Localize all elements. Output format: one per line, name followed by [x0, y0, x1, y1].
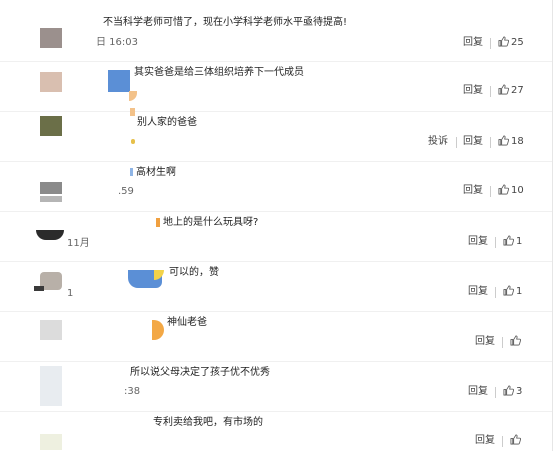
- divider: [495, 287, 496, 298]
- avatar[interactable]: [40, 28, 62, 48]
- thumbs-up-icon: [498, 84, 509, 95]
- like-count: 25: [511, 37, 524, 48]
- like-count: 3: [516, 386, 523, 397]
- comment-time: .59: [118, 186, 134, 197]
- avatar-badge: [129, 91, 137, 101]
- like-button[interactable]: 25: [498, 36, 524, 50]
- like-button[interactable]: 27: [498, 84, 524, 98]
- divider: [490, 38, 491, 49]
- like-count: 18: [511, 136, 524, 147]
- comment-row: 不当科学老师可惜了，现在小学科学老师水平亟待提高! 日 16:03 回复 25: [0, 12, 552, 62]
- thumbs-up-icon: [498, 135, 509, 146]
- like-button[interactable]: [510, 434, 523, 448]
- reply-button[interactable]: 回复: [463, 135, 483, 149]
- divider: [456, 137, 457, 148]
- avatar[interactable]: [40, 72, 62, 92]
- comment-text: 地上的是什么玩具呀?: [163, 217, 259, 228]
- comment-text: 专利卖给我吧，有市场的: [153, 417, 263, 428]
- avatar-badge: [130, 108, 135, 116]
- divider: [495, 237, 496, 248]
- divider: [502, 436, 503, 447]
- divider: [495, 387, 496, 398]
- avatar[interactable]: [40, 366, 62, 406]
- reply-button[interactable]: 回复: [468, 235, 488, 249]
- reply-button[interactable]: 回复: [468, 285, 488, 299]
- comment-row: 高材生啊 .59 回复 10: [0, 162, 552, 212]
- comment-time: 11月: [67, 238, 90, 249]
- comment-text: 不当科学老师可惜了，现在小学科学老师水平亟待提高!: [103, 17, 348, 28]
- comment-time: 日 16:03: [96, 37, 138, 48]
- comment-row: 所以说父母决定了孩子优不优秀 :38 回复 3: [0, 362, 552, 412]
- comment-time: :38: [124, 386, 141, 397]
- like-count: 27: [511, 85, 524, 96]
- avatar-badge: [154, 270, 164, 280]
- reply-button[interactable]: 回复: [475, 434, 495, 448]
- comment-row: 可以的，赞 1 回复 1: [0, 262, 552, 312]
- reply-button[interactable]: 回复: [463, 84, 483, 98]
- like-count: 1: [516, 286, 523, 297]
- reply-button[interactable]: 回复: [468, 385, 488, 399]
- comment-row: 其实爸爸是给三体组织培养下一代成员 回复 27: [0, 62, 552, 112]
- comment-time: 1: [67, 288, 74, 299]
- comment-text: 所以说父母决定了孩子优不优秀: [130, 367, 270, 378]
- like-count: 1: [516, 236, 523, 247]
- like-button[interactable]: 1: [503, 235, 522, 249]
- thumbs-up-icon: [510, 335, 521, 346]
- comment-text: 神仙老爸: [167, 317, 207, 328]
- avatar[interactable]: [40, 320, 62, 340]
- like-button[interactable]: 3: [503, 385, 522, 399]
- comment-row: 神仙老爸 回复: [0, 312, 552, 362]
- like-button[interactable]: 10: [498, 184, 524, 198]
- like-count: 10: [511, 185, 524, 196]
- comment-row: 地上的是什么玩具呀? 11月 回复 1: [0, 212, 552, 262]
- avatar: [40, 196, 62, 202]
- comment-text: 可以的，赞: [169, 267, 219, 278]
- thumbs-up-icon: [503, 385, 514, 396]
- comment-row: 专利卖给我吧，有市场的 回复: [0, 412, 552, 451]
- thumbs-up-icon: [510, 434, 521, 445]
- thumbs-up-icon: [498, 184, 509, 195]
- divider: [490, 186, 491, 197]
- username-fragment: [108, 70, 130, 92]
- divider: [502, 337, 503, 348]
- avatar[interactable]: [40, 116, 62, 136]
- reply-button[interactable]: 回复: [463, 36, 483, 50]
- avatar[interactable]: [40, 182, 62, 194]
- thumbs-up-icon: [503, 235, 514, 246]
- like-button[interactable]: 18: [498, 135, 524, 149]
- comment-row: 别人家的爸爸 投诉 回复 18: [0, 108, 552, 162]
- report-button[interactable]: 投诉: [428, 135, 448, 149]
- divider: [552, 0, 553, 451]
- avatar-badge: [130, 168, 133, 176]
- avatar: [34, 286, 44, 291]
- avatar[interactable]: [36, 230, 64, 240]
- divider: [490, 137, 491, 148]
- reply-button[interactable]: 回复: [475, 335, 495, 349]
- like-button[interactable]: 1: [503, 285, 522, 299]
- comment-text: 高材生啊: [136, 167, 176, 178]
- divider: [490, 86, 491, 97]
- comment-text: 其实爸爸是给三体组织培养下一代成员: [134, 67, 304, 78]
- avatar-badge: [156, 218, 160, 227]
- comment-text: 别人家的爸爸: [137, 117, 197, 128]
- avatar-badge: [152, 320, 164, 340]
- thumbs-up-icon: [503, 285, 514, 296]
- like-button[interactable]: [510, 335, 523, 349]
- avatar-badge: [131, 139, 135, 144]
- reply-button[interactable]: 回复: [463, 184, 483, 198]
- thumbs-up-icon: [498, 36, 509, 47]
- avatar[interactable]: [40, 434, 62, 450]
- comment-section: 不当科学老师可惜了，现在小学科学老师水平亟待提高! 日 16:03 回复 25 …: [0, 0, 558, 451]
